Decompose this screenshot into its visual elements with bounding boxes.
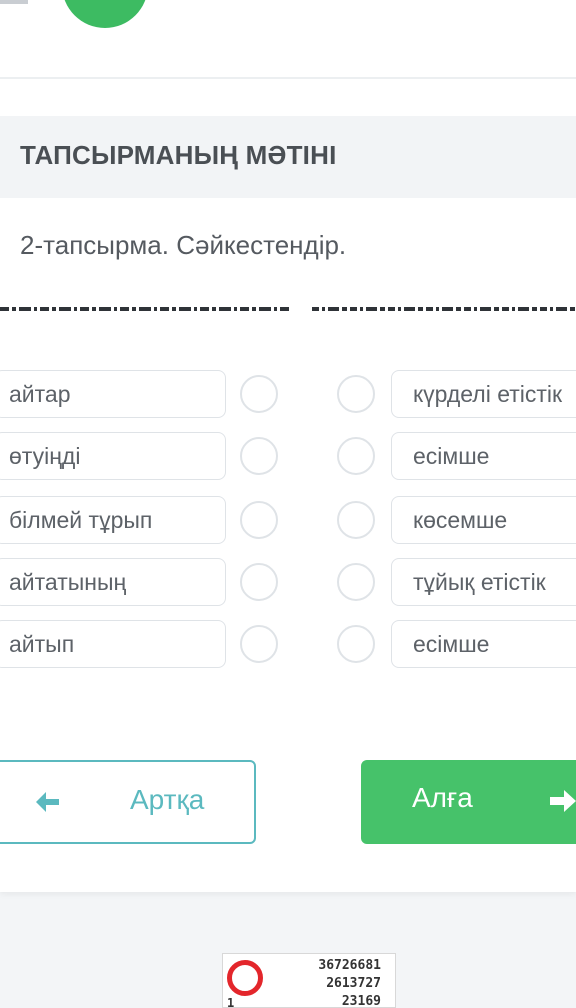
right-item-1[interactable]: күрделі етістік (391, 370, 576, 418)
left-item-label: айтып (9, 631, 75, 657)
left-match-radio-5[interactable] (240, 625, 278, 663)
left-item-4[interactable]: айтатының (0, 558, 226, 606)
right-match-radio-2[interactable] (337, 437, 375, 475)
divider (0, 77, 576, 79)
left-item-3[interactable]: білмей тұрып (0, 496, 226, 544)
left-item-1[interactable]: айтар (0, 370, 226, 418)
counter-line-2: 2613727 (326, 976, 381, 991)
left-match-radio-2[interactable] (240, 437, 278, 475)
progress-circle (62, 0, 148, 28)
visitor-counter: 36726681 2613727 23169 1 (222, 953, 396, 1008)
left-item-label: айтатының (9, 569, 127, 595)
counter-line-1: 36726681 (318, 958, 381, 973)
left-match-radio-3[interactable] (240, 501, 278, 539)
back-button[interactable]: Артқа (0, 760, 256, 844)
right-item-label: күрделі етістік (413, 381, 563, 407)
next-button-label: Алға (412, 782, 473, 813)
counter-left-digit: 1 (227, 996, 235, 1008)
right-item-label: тұйық етістік (413, 569, 546, 595)
right-item-5[interactable]: есімше (391, 620, 576, 668)
counter-line-3: 23169 (341, 994, 381, 1008)
right-match-radio-3[interactable] (337, 501, 375, 539)
left-item-5[interactable]: айтып (0, 620, 226, 668)
right-match-radio-4[interactable] (337, 563, 375, 601)
red-ring-icon (227, 960, 263, 996)
right-item-label: көсемше (413, 507, 508, 533)
right-match-radio-5[interactable] (337, 625, 375, 663)
right-item-2[interactable]: есімше (391, 432, 576, 480)
right-item-3[interactable]: көсемше (391, 496, 576, 544)
next-button[interactable]: Алға (361, 760, 576, 844)
task-card: ТАПСЫРМАНЫҢ МӘТІНІ 2-тапсырма. Сәйкестен… (0, 0, 576, 892)
right-match-radio-1[interactable] (337, 375, 375, 413)
left-item-2[interactable]: өтуіңді (0, 432, 226, 480)
task-text: 2-тапсырма. Сәйкестендір. (20, 230, 347, 260)
arrow-right-icon (550, 790, 576, 812)
back-button-label: Артқа (130, 784, 205, 815)
top-tab-marker (0, 0, 28, 4)
section-title: ТАПСЫРМАНЫҢ МӘТІНІ (20, 140, 337, 170)
left-item-label: өтуіңді (9, 443, 81, 469)
left-match-radio-1[interactable] (240, 375, 278, 413)
left-item-label: білмей тұрып (9, 507, 153, 533)
left-match-radio-4[interactable] (240, 563, 278, 601)
right-item-4[interactable]: тұйық етістік (391, 558, 576, 606)
arrow-left-icon (36, 792, 59, 812)
right-item-label: есімше (413, 631, 490, 657)
left-item-label: айтар (9, 381, 71, 407)
right-item-label: есімше (413, 443, 490, 469)
dashed-separator (0, 307, 576, 311)
